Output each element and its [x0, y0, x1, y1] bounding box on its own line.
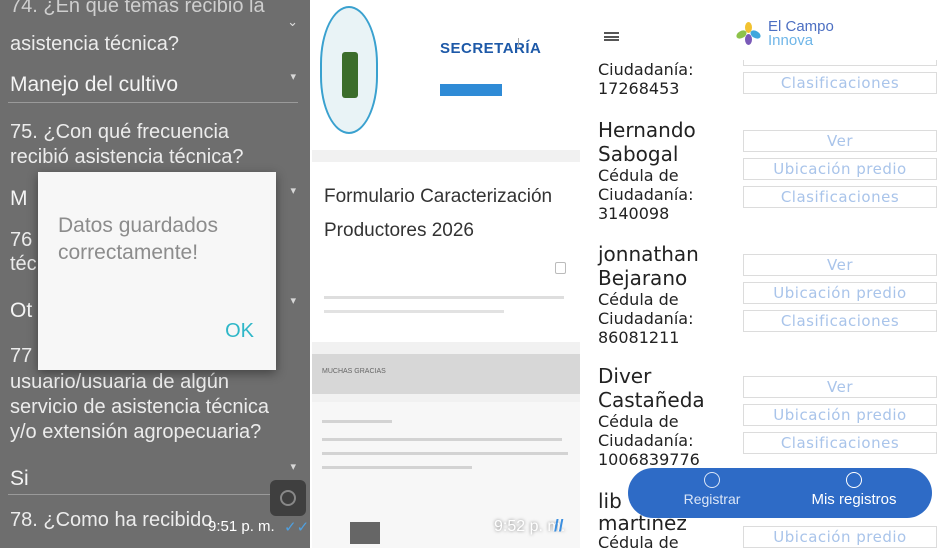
chevron-down-icon[interactable]: ⌄ — [287, 14, 298, 30]
question-74-tail: asistencia técnica? — [10, 33, 179, 55]
question-75: 75. ¿Con qué frecuencia recibió asistenc… — [10, 121, 244, 168]
clasificaciones-button[interactable]: Clasificaciones — [743, 310, 937, 332]
thanks-section-header: MUCHAS GRACIAS — [312, 354, 580, 394]
my-records-label: Mis registros — [811, 491, 897, 508]
clasificaciones-button[interactable]: Clasificaciones — [743, 186, 937, 208]
record-id-number: 17268453 — [598, 79, 680, 98]
answer-76-partial[interactable]: Ot — [10, 298, 32, 323]
form-header-banner: SECRETARÍA — [312, 0, 580, 150]
record-id-label: Cédula de — [598, 412, 679, 431]
app-header: El Campo Innova — [582, 0, 943, 60]
record-id-label: Cédula de — [598, 290, 679, 309]
org-subtitle-text — [440, 60, 510, 68]
settings-button[interactable] — [270, 480, 306, 516]
dialog-ok-button[interactable]: OK — [225, 320, 254, 343]
dropdown-caret-icon[interactable]: ▾ — [290, 184, 296, 197]
fine-print — [324, 296, 564, 299]
user-circle-icon — [846, 472, 862, 488]
question-76-tail: téc — [10, 253, 37, 275]
record-name: Diver — [598, 364, 652, 388]
ver-button[interactable]: Ver — [743, 130, 937, 152]
text-line — [322, 466, 472, 469]
read-check-icon: ✓✓ — [284, 519, 310, 536]
question-74-partial: 74. ¿En qué temas recibió la — [10, 0, 265, 17]
bottom-nav-pill: Registrar Mis registros — [628, 468, 932, 518]
ubicacion-predio-button[interactable]: Ubicación predio — [743, 282, 937, 304]
gear-icon — [280, 490, 296, 506]
record-name: Castañeda — [598, 388, 705, 412]
record-name: Sabogal — [598, 142, 679, 166]
my-records-nav-button[interactable]: Mis registros — [788, 472, 920, 508]
directorate-text — [518, 38, 579, 48]
question-76-partial: 76 — [10, 229, 33, 251]
answer-75-partial[interactable]: M — [10, 186, 28, 211]
ubicacion-predio-button[interactable]: Ubicación predio — [743, 158, 937, 180]
record-id-label: Ciudadanía: — [598, 431, 694, 450]
survey-screen: 74. ¿En qué temas recibió la ⌄ asistenci… — [0, 0, 310, 548]
record-name: Hernando — [598, 118, 696, 142]
app-logo-icon — [734, 22, 763, 45]
dialog-message: Datos guardados correctamente! — [58, 214, 218, 264]
record-item: Hernando Sabogal Cédula de Ciudadanía: 3… — [598, 118, 696, 223]
app-subtitle: Innova — [768, 32, 814, 49]
dropdown-caret-icon[interactable]: ▾ — [290, 460, 296, 473]
dropdown-caret-icon[interactable]: ▾ — [290, 70, 296, 83]
ubicacion-predio-button[interactable]: Ubicación predio — [743, 404, 937, 426]
text-line — [322, 438, 562, 441]
divider — [8, 102, 298, 103]
record-id-label: Cédula de — [598, 533, 679, 548]
record-id-number: 3140098 — [598, 204, 670, 223]
record-name: jonnathan — [598, 242, 699, 266]
lock-icon — [555, 262, 566, 274]
form-confirmation-screen: SECRETARÍA Formulario Caracterización Pr… — [312, 0, 580, 548]
record-id-label: Ciudadanía: — [598, 309, 694, 328]
submit-tab[interactable] — [350, 522, 380, 544]
answer-74[interactable]: Manejo del cultivo — [10, 72, 178, 97]
message-time: 9:51 p. m. — [208, 518, 275, 535]
records-screen: Ciudadanía: 17268453 Clasificaciones Her… — [582, 0, 943, 548]
plus-circle-icon — [704, 472, 720, 488]
municipal-seal-logo — [320, 6, 378, 134]
record-item: Diver Castañeda Cédula de Ciudadanía: 10… — [598, 364, 705, 469]
record-name: Bejarano — [598, 266, 688, 290]
record-id-label: Ciudadanía: — [598, 185, 694, 204]
read-check-icon: // — [554, 516, 564, 535]
question-78: 78. ¿Como ha recibido — [10, 509, 213, 531]
record-id-label: Ciudadanía: — [598, 60, 694, 79]
question-77-tail: usuario/usuaria de algún servicio de asi… — [10, 371, 270, 443]
register-nav-button[interactable]: Registrar — [662, 472, 762, 507]
dropdown-caret-icon[interactable]: ▾ — [290, 294, 296, 307]
ver-button[interactable]: Ver — [743, 254, 937, 276]
clasificaciones-button[interactable]: Clasificaciones — [743, 72, 937, 94]
record-id-number: 86081211 — [598, 328, 680, 347]
section-label: MUCHAS GRACIAS — [322, 368, 386, 375]
divider — [8, 494, 298, 495]
saved-dialog: Datos guardados correctamente! OK — [38, 172, 276, 370]
form-title: Formulario Caracterización Productores 2… — [324, 186, 553, 241]
form-title-card: Formulario Caracterización Productores 2… — [312, 162, 580, 342]
text-line — [322, 452, 568, 455]
account-email-line — [324, 266, 326, 273]
answer-77[interactable]: Si — [10, 466, 29, 491]
record-id-label: Cédula de — [598, 166, 679, 185]
register-label: Registrar — [683, 491, 741, 507]
clasificaciones-button[interactable]: Clasificaciones — [743, 432, 937, 454]
record-item: jonnathan Bejarano Cédula de Ciudadanía:… — [598, 242, 699, 347]
org-bar — [440, 84, 502, 96]
record-item: Ciudadanía: 17268453 — [598, 60, 693, 98]
ubicacion-predio-button[interactable]: Ubicación predio — [743, 526, 937, 548]
record-id-number: 1006839776 — [598, 450, 700, 469]
menu-icon[interactable] — [604, 32, 619, 41]
fine-print — [324, 310, 504, 313]
question-77-partial: 77 — [10, 345, 33, 367]
ver-button[interactable]: Ver — [743, 376, 937, 398]
text-line — [322, 420, 392, 423]
